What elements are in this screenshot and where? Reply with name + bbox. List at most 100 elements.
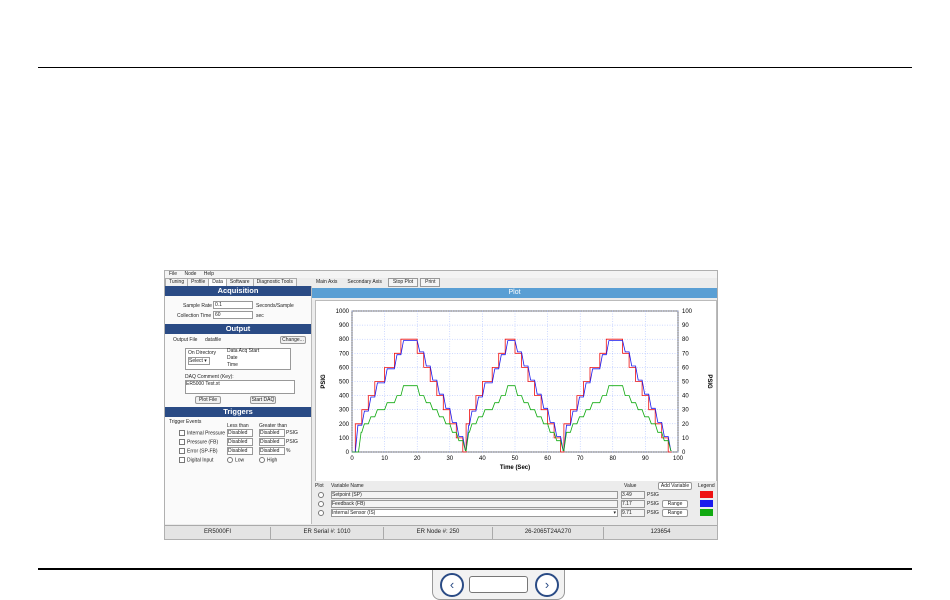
variable-name: Internal Sensor (IS) bbox=[332, 510, 376, 516]
comment-input[interactable]: ER5000 Test.xt bbox=[185, 380, 295, 394]
right-panel: Main Axis Secondary Axis Stop Plot Print Pl… bbox=[312, 278, 717, 524]
trigger-name: Error (SP-FB) bbox=[187, 448, 218, 455]
y-tick-label: 900 bbox=[339, 323, 350, 329]
menu-node[interactable]: Node bbox=[184, 271, 196, 278]
trigger-row: Digital Input bbox=[179, 457, 213, 463]
collection-time-label: Collection Time bbox=[177, 313, 212, 319]
col-variable-name: Variable Name bbox=[331, 483, 364, 489]
legend-swatch-green bbox=[700, 509, 713, 516]
digital-high-option[interactable]: High bbox=[259, 457, 277, 463]
status-node: ER Node #: 250 bbox=[416, 529, 460, 535]
y-tick-label: 700 bbox=[339, 351, 350, 357]
tab-software[interactable]: Software bbox=[225, 278, 254, 286]
status-part-number: 26-2065T24A270 bbox=[524, 529, 572, 535]
trigger-checkbox[interactable] bbox=[179, 430, 185, 436]
y-right-tick-label: 50 bbox=[682, 380, 689, 386]
radio-icon[interactable] bbox=[318, 501, 324, 507]
field-data-acq-start: Data Acq Start bbox=[227, 348, 260, 354]
tab-data[interactable]: Data bbox=[208, 278, 227, 286]
col-plot: Plot bbox=[315, 483, 324, 489]
trigger-name: Internal Pressure bbox=[187, 430, 226, 437]
plot-radio[interactable] bbox=[318, 501, 326, 507]
plot-file-button[interactable]: Plot File bbox=[195, 396, 221, 404]
range-button[interactable]: Range bbox=[662, 500, 688, 508]
sample-rate-input[interactable]: 0.1 bbox=[213, 301, 253, 309]
greater-than-input[interactable]: Disabled bbox=[259, 429, 285, 437]
range-button[interactable]: Range bbox=[662, 509, 688, 517]
tab-main-axis[interactable]: Main Axis bbox=[312, 279, 341, 286]
trigger-row: Internal Pressure bbox=[179, 430, 225, 436]
change-button[interactable]: Change... bbox=[280, 336, 306, 344]
variable-value: 7.17 bbox=[622, 501, 632, 507]
previous-button[interactable]: ‹ bbox=[440, 573, 464, 597]
variable-unit: PSIG bbox=[647, 510, 659, 516]
y-right-tick-label: 70 bbox=[682, 351, 689, 357]
greater-than-input[interactable]: Disabled bbox=[259, 438, 285, 446]
stop-plot-button[interactable]: Stop Plot bbox=[387, 278, 419, 287]
menu-help[interactable]: Help bbox=[204, 271, 214, 278]
less-than-input[interactable]: Disabled bbox=[227, 438, 253, 446]
plot-radio[interactable] bbox=[318, 510, 326, 516]
col-legend: Legend bbox=[698, 483, 715, 489]
collection-time-value: 60 bbox=[215, 312, 221, 318]
x-tick-label: 90 bbox=[642, 456, 649, 462]
digital-high-label: High bbox=[267, 457, 278, 464]
greater-than-input[interactable]: Disabled bbox=[259, 447, 285, 455]
x-tick-label: 50 bbox=[512, 456, 519, 462]
sample-rate-label: Sample Rate bbox=[183, 303, 212, 309]
collection-time-unit: sec bbox=[256, 313, 264, 319]
y-tick-label: 100 bbox=[339, 436, 350, 442]
y-tick-label: 400 bbox=[339, 394, 350, 400]
radio-icon[interactable] bbox=[318, 492, 324, 498]
app-window: File Node Help Tuning Profile Data Software… bbox=[164, 270, 718, 540]
status-model: ER5000FI bbox=[203, 529, 231, 535]
x-tick-label: 30 bbox=[446, 456, 453, 462]
trigger-checkbox[interactable] bbox=[179, 448, 185, 454]
greater-than-value: Disabled bbox=[260, 448, 280, 454]
less-than-input[interactable]: Disabled bbox=[227, 429, 253, 437]
variable-select[interactable]: Internal Sensor (IS) ▾ bbox=[331, 509, 618, 517]
y-right-tick-label: 80 bbox=[682, 337, 689, 343]
status-id: 123654 bbox=[650, 529, 671, 535]
tab-profile[interactable]: Profile bbox=[187, 278, 210, 286]
less-than-value: Disabled bbox=[228, 439, 248, 445]
print-button[interactable]: Print bbox=[420, 278, 441, 287]
digital-low-option[interactable]: Low bbox=[227, 457, 244, 463]
tab-tuning[interactable]: Tuning bbox=[165, 278, 189, 286]
directory-select[interactable]: Select ▾ bbox=[188, 357, 210, 365]
y-right-tick-label: 100 bbox=[682, 309, 693, 315]
chevron-right-icon: › bbox=[544, 577, 550, 592]
variable-name: Feedback (FB) bbox=[332, 501, 366, 507]
trigger-checkbox[interactable] bbox=[179, 439, 185, 445]
next-button[interactable]: › bbox=[535, 573, 559, 597]
select-value: Select bbox=[189, 358, 203, 364]
less-than-value: Disabled bbox=[228, 430, 248, 436]
less-than-input[interactable]: Disabled bbox=[227, 447, 253, 455]
variable-name-field: Setpoint (SP) bbox=[331, 491, 618, 499]
collection-time-input[interactable]: 60 bbox=[213, 311, 253, 319]
slide-indicator[interactable] bbox=[469, 576, 528, 593]
variable-name-field: Feedback (FB) bbox=[331, 500, 618, 508]
plot-header: Plot bbox=[312, 288, 717, 298]
comment-value: ER5000 Test.xt bbox=[186, 381, 220, 387]
radio-high[interactable] bbox=[259, 457, 265, 463]
radio-icon[interactable] bbox=[318, 510, 324, 516]
tab-secondary-axis[interactable]: Secondary Axis bbox=[343, 279, 385, 286]
y-tick-label: 800 bbox=[339, 337, 350, 343]
trigger-unit: % bbox=[286, 448, 291, 454]
start-daq-button[interactable]: Start DAQ bbox=[250, 396, 276, 404]
y-right-tick-label: 10 bbox=[682, 436, 689, 442]
output-file-value: datafile bbox=[205, 337, 222, 343]
left-tabs: Tuning Profile Data Software Diagnostic Tool… bbox=[165, 278, 311, 286]
trigger-checkbox[interactable] bbox=[179, 457, 185, 463]
tab-diagnostic-tools[interactable]: Diagnostic Tools bbox=[252, 278, 297, 286]
field-time: Time bbox=[227, 362, 238, 368]
sample-rate-unit: Seconds/Sample bbox=[256, 303, 294, 309]
add-variable-button[interactable]: Add Variable bbox=[658, 482, 692, 490]
field-date: Date bbox=[227, 355, 238, 361]
plot-radio[interactable] bbox=[318, 492, 326, 498]
y-tick-label: 200 bbox=[339, 422, 350, 428]
menu-file[interactable]: File bbox=[169, 271, 177, 278]
radio-low[interactable] bbox=[227, 457, 233, 463]
y-right-tick-label: 0 bbox=[682, 450, 686, 456]
